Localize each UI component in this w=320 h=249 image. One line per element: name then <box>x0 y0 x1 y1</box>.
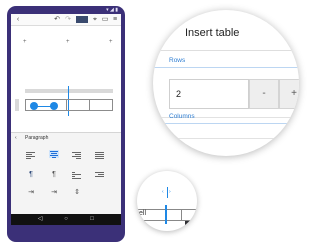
pilcrow-icon[interactable]: ¶ <box>49 170 59 179</box>
editor-toolbar: ‹ ↶ ↷ ⌖ ▭ ≡ <box>11 14 121 26</box>
panel-title: Paragraph <box>25 135 49 141</box>
document-canvas[interactable]: + + + <box>11 26 121 132</box>
align-center-icon[interactable] <box>49 150 59 158</box>
align-justify-icon[interactable] <box>95 151 105 159</box>
comment-icon[interactable]: ▭ <box>101 15 109 24</box>
rows-label: Rows <box>169 57 186 64</box>
columns-field-edge <box>153 138 299 139</box>
rows-decrement-button[interactable]: - <box>249 79 279 109</box>
increase-indent-icon[interactable]: ⇥ <box>49 188 59 197</box>
phone-mockup: ▾ ◢ ▮ ‹ ↶ ↷ ⌖ ▭ ≡ + + + ‹ Paragraph ¶ ¶ … <box>7 6 125 242</box>
rows-input[interactable]: 2 <box>169 79 249 109</box>
nav-back-icon[interactable]: ◁ <box>35 214 45 225</box>
dialog-title: Insert table <box>185 27 240 39</box>
table[interactable] <box>25 99 113 111</box>
undo-icon[interactable]: ↶ <box>53 15 61 24</box>
phone-screen: ‹ ↶ ↷ ⌖ ▭ ≡ + + + ‹ Paragraph ¶ ¶ ⇥ ⇥ ⇕ … <box>11 14 121 225</box>
rows-underline <box>153 67 299 68</box>
list-icon[interactable] <box>72 171 82 179</box>
column-ruler[interactable] <box>25 89 113 93</box>
chevron-left-icon[interactable]: ‹ <box>14 15 22 24</box>
align-right-icon[interactable] <box>72 151 82 159</box>
selection-highlight <box>34 106 54 107</box>
format-icon[interactable] <box>76 16 88 23</box>
table-column-divider <box>66 100 67 110</box>
nav-recent-icon[interactable]: □ <box>87 214 97 225</box>
add-column-icon[interactable]: + <box>66 39 70 45</box>
text-cursor <box>165 205 167 224</box>
columns-underline <box>153 123 299 124</box>
paragraph-panel: ‹ Paragraph ¶ ¶ ⇥ ⇥ ⇕ <box>11 132 121 215</box>
line-spacing-icon[interactable]: ⇕ <box>72 188 82 197</box>
menu-icon[interactable]: ≡ <box>111 15 119 24</box>
magnifier-insert-table: ‹ Insert table Rows 2 - + Columns <box>153 10 299 156</box>
table-column-divider <box>89 100 90 110</box>
resize-left-arrow-icon: ‹ <box>162 189 164 195</box>
decrease-indent-icon[interactable]: ⇥ <box>26 188 36 197</box>
magnifier-column-handle: ‹ › ell <box>137 171 197 231</box>
resize-right-arrow-icon: › <box>169 189 171 195</box>
panel-edge <box>185 221 197 229</box>
columns-label: Columns <box>169 113 195 120</box>
rows-increment-button[interactable]: + <box>279 79 299 109</box>
table-column-divider <box>181 209 182 221</box>
add-column-icon[interactable]: + <box>109 39 113 45</box>
align-left-icon[interactable] <box>26 151 36 159</box>
status-icons: ▾ ◢ ▮ <box>106 7 118 13</box>
brush-icon[interactable]: ⌖ <box>91 15 99 24</box>
paragraph-panel-header: ‹ Paragraph <box>11 133 121 143</box>
nav-home-icon[interactable]: ○ <box>61 214 71 225</box>
column-resize-handle[interactable] <box>167 187 168 198</box>
dialog-divider <box>153 50 299 51</box>
android-nav-bar: ◁ ○ □ <box>11 214 121 225</box>
row-ruler[interactable] <box>15 99 19 111</box>
dialog-back-button[interactable]: ‹ <box>166 30 168 37</box>
status-bar: ▾ ◢ ▮ <box>11 7 121 14</box>
add-row-icon[interactable]: + <box>23 39 27 45</box>
panel-back-button[interactable]: ‹ <box>15 133 17 143</box>
indent-list-icon[interactable] <box>95 171 105 179</box>
table-cell-text: ell <box>139 210 147 217</box>
text-direction-icon[interactable]: ¶ <box>26 170 36 179</box>
redo-icon[interactable]: ↷ <box>64 15 72 24</box>
rows-value: 2 <box>176 89 182 99</box>
